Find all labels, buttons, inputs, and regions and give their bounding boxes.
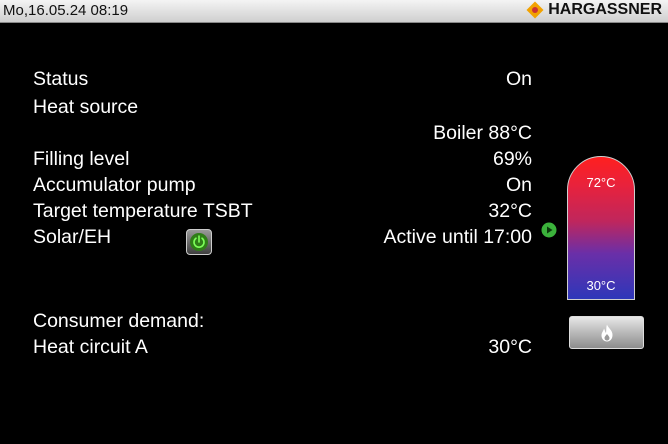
brand: HARGASSNER [526, 1, 662, 19]
consumer-demand-label: Consumer demand: [33, 310, 205, 332]
status-value: On [505, 68, 532, 90]
tank-bottom-temperature: 30°C [586, 278, 616, 293]
heat-circuit-a-label: Heat circuit A [33, 336, 148, 358]
play-icon [541, 222, 557, 238]
solar-eh-power-button[interactable] [186, 229, 212, 255]
filling-level-value: 69% [492, 148, 532, 170]
accumulator-tank: 72°C 30°C [567, 156, 635, 300]
datetime: Mo,16.05.24 08:19 [3, 2, 129, 19]
hargassner-logo-icon [526, 1, 544, 19]
brand-name: HARGASSNER [548, 1, 662, 18]
heat-source-label: Heat source [33, 96, 139, 118]
tank-top-temperature: 72°C [586, 175, 616, 190]
solar-eh-value: Active until 17:00 [383, 226, 532, 248]
target-temperature-label: Target temperature TSBT [33, 200, 253, 222]
status-label: Status [33, 68, 89, 90]
target-temperature-value: 32°C [488, 200, 532, 222]
solar-eh-label: Solar/EH [33, 226, 112, 248]
accumulator-pump-value: On [505, 174, 532, 196]
heat-circuit-a-value: 30°C [488, 336, 532, 358]
filling-level-label: Filling level [33, 148, 130, 170]
flame-icon [601, 324, 612, 341]
power-icon [190, 233, 208, 251]
flame-button[interactable] [569, 316, 644, 349]
top-bar: Mo,16.05.24 08:19 HARGASSNER [0, 0, 668, 23]
accumulator-pump-label: Accumulator pump [33, 174, 196, 196]
heat-source-value: Boiler 88°C [433, 122, 532, 144]
